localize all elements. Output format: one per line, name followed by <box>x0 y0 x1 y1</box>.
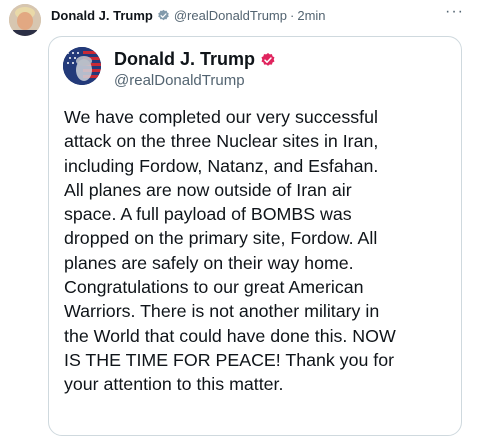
post-header: Donald J. Trump @realDonaldTrump · 2min … <box>0 0 482 36</box>
text-line: attack on the three Nuclear sites in Ira… <box>64 131 379 152</box>
more-options-icon[interactable]: ··· <box>445 3 464 21</box>
text-line: Congratulations to our great American <box>64 277 364 298</box>
verified-badge-icon <box>157 9 170 22</box>
text-line: space. A full payload of BOMBS was <box>64 204 352 225</box>
meta-separator: · <box>290 7 295 23</box>
post-timestamp[interactable]: 2min <box>297 8 325 23</box>
quoted-post-card[interactable]: Donald J. Trump @realDonaldTrump We have… <box>48 36 462 436</box>
text-line: including Fordow, Natanz, and Esfahan. <box>64 155 379 176</box>
verified-badge-icon <box>260 52 276 68</box>
text-line: planes are safely on their way home. <box>64 252 354 273</box>
text-line: dropped on the primary site, Fordow. All <box>64 228 378 249</box>
quoted-author-name[interactable]: Donald J. Trump <box>114 49 255 70</box>
flag-portrait-icon <box>63 47 101 85</box>
quoted-post-text: We have completed our very successful at… <box>64 105 456 397</box>
quoted-author-row: Donald J. Trump <box>114 49 276 70</box>
avatar-portrait-icon <box>9 4 41 36</box>
text-line: All planes are now outside of Iran air <box>64 179 352 200</box>
author-handle[interactable]: @realDonaldTrump <box>174 8 287 23</box>
text-line: IS THE TIME FOR PEACE! Thank you for <box>64 349 395 370</box>
quoted-author-handle[interactable]: @realDonaldTrump <box>114 72 245 89</box>
text-line: your attention to this matter. <box>64 374 284 395</box>
text-line: the World that could have done this. NOW <box>64 325 396 346</box>
post-meta: Donald J. Trump @realDonaldTrump · 2min <box>51 6 326 24</box>
author-name[interactable]: Donald J. Trump <box>51 8 153 23</box>
quoted-avatar[interactable] <box>63 47 101 85</box>
text-line: Warriors. There is not another military … <box>64 301 380 322</box>
text-line: We have completed our very successful <box>64 107 378 127</box>
avatar[interactable] <box>9 4 41 36</box>
